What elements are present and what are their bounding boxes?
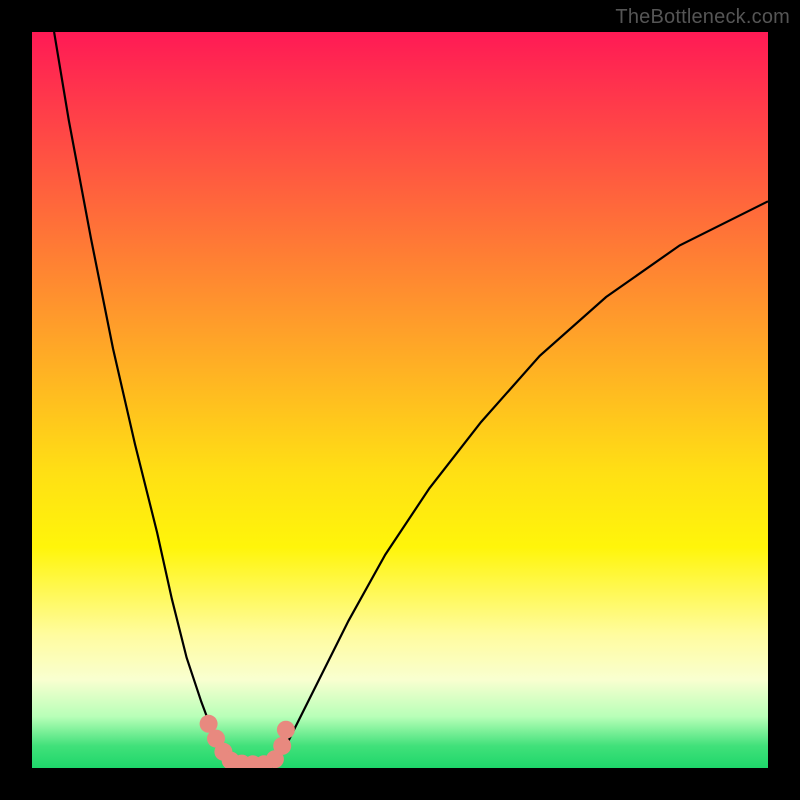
marker-point <box>273 737 291 755</box>
plot-area <box>32 32 768 768</box>
curve-svg <box>32 32 768 768</box>
watermark-text: TheBottleneck.com <box>615 6 790 29</box>
right-curve <box>275 201 768 764</box>
left-curve <box>54 32 238 764</box>
marker-point <box>277 721 295 739</box>
markers-group <box>200 715 295 768</box>
chart-frame: TheBottleneck.com <box>0 0 800 800</box>
